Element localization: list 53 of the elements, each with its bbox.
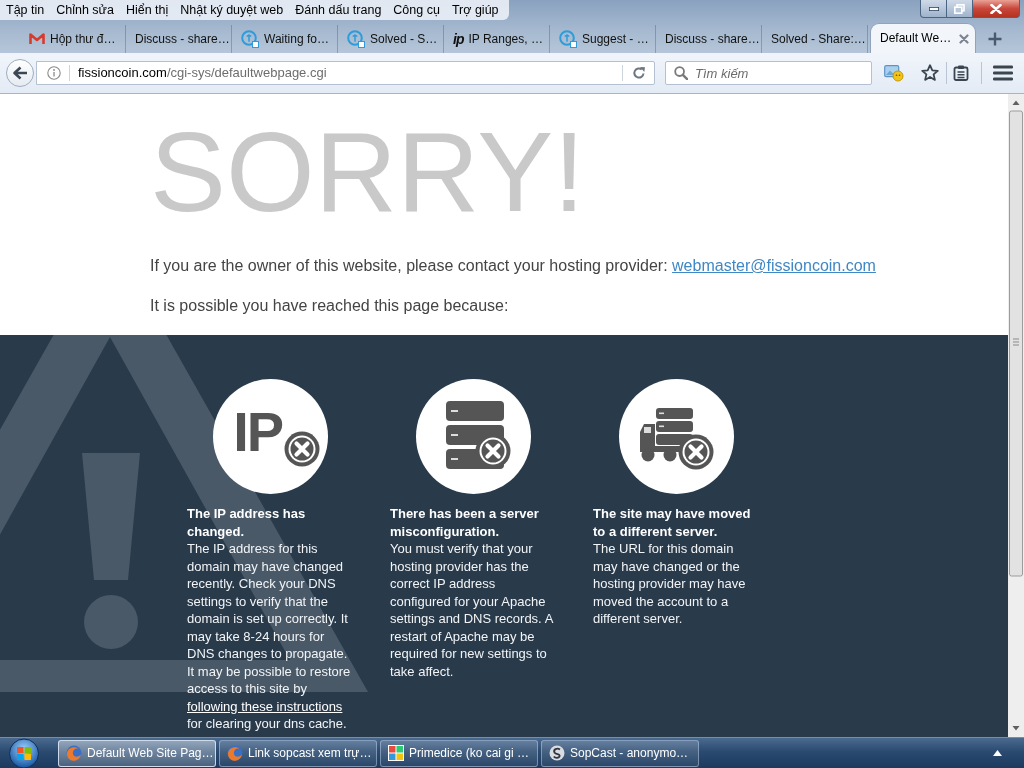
caret-up-icon[interactable] — [993, 750, 1002, 756]
reason-title: The IP address has changed. — [187, 505, 307, 540]
plus-icon[interactable] — [988, 32, 1002, 46]
back-button[interactable] — [6, 59, 34, 87]
menu-item[interactable]: Nhật ký duyệt web — [174, 2, 290, 18]
star-icon[interactable] — [921, 64, 939, 82]
email-link[interactable]: webmaster@fissioncoin.com — [672, 257, 876, 274]
clipboard-icon[interactable] — [953, 65, 969, 81]
menu-item[interactable]: Đánh dấu trang — [289, 2, 388, 18]
taskbar-button[interactable]: Link sopcast xem trự… — [219, 739, 377, 767]
image-badge-icon[interactable] — [884, 64, 904, 82]
menu-item[interactable]: Trợ giúp — [445, 2, 505, 18]
ip-label: IP — [233, 403, 283, 460]
reason-title: The site may have moved to a different server. — [593, 505, 752, 540]
globe-icon — [66, 745, 82, 761]
address-field[interactable]: fissioncoin.com/cgi-sys/defaultwebpage.cgi — [36, 61, 655, 85]
url-text: fissioncoin.com/cgi-sys/defaultwebpage.cgi — [78, 65, 327, 81]
browser-tab[interactable]: Default We… — [870, 23, 976, 53]
menu-icon[interactable] — [993, 65, 1013, 81]
reason-text: The IP address for this domain may have changed recently. Check your DNS settings to verify that the domain is set up correctly. It may take 8-24 hours for DNS changes to propagate. It may be possible to restore access to this site by following these instructions for clearing your dns cache. — [187, 540, 352, 733]
arrow-circle-icon — [347, 30, 365, 48]
back-arrow-icon — [12, 66, 28, 80]
taskbar-button[interactable]: SopCast - anonymo… — [541, 739, 699, 767]
search-icon — [674, 66, 688, 80]
taskbar-button[interactable]: Default Web Site Pag… — [58, 739, 216, 767]
instructions-link[interactable]: following these instructions — [187, 698, 343, 714]
arrow-circle-icon — [241, 30, 259, 48]
minimize-button[interactable] — [920, 0, 947, 18]
close-icon[interactable] — [959, 33, 969, 44]
info-icon — [47, 66, 61, 80]
menu-item[interactable]: Chỉnh sửa — [50, 2, 120, 18]
close-window-button[interactable] — [973, 0, 1020, 18]
error-x-icon — [284, 431, 321, 467]
mail-icon — [29, 33, 45, 45]
tiles-icon — [388, 745, 404, 761]
contact-notice: If you are the owner of this website, please contact your hosting provider: webmaster@fissioncoin.com — [150, 256, 877, 276]
menu-item[interactable]: Công cụ — [387, 2, 446, 18]
truck-error-icon — [640, 407, 715, 470]
search-field[interactable]: Tìm kiếm — [665, 61, 872, 85]
menu-item[interactable]: Hiển thị — [119, 2, 175, 18]
reason-title: There has been a server misconfiguration. — [390, 505, 540, 540]
swirl-icon — [549, 745, 565, 761]
reason-text: The URL for this domain may have changed or the hosting provider may have moved the account to a different server. — [593, 540, 747, 628]
restore-button[interactable] — [947, 0, 973, 18]
site-logo: ip — [453, 32, 464, 46]
reason-intro: It is possible you have reached this page because: — [150, 296, 510, 316]
arrow-circle-icon — [559, 30, 577, 48]
taskbar-button[interactable]: Primedice (ko cai gi … — [380, 739, 538, 767]
globe-icon — [227, 745, 243, 761]
reason-text: You must verify that your hosting provider has the correct IP address configured for your Apache settings and DNS records. A restart of Apache may be required for new settings to take affect. — [390, 540, 555, 680]
minimize-icon[interactable] — [928, 6, 939, 11]
menu-item[interactable]: Tập tin — [0, 2, 51, 18]
reload-icon[interactable] — [632, 66, 646, 80]
